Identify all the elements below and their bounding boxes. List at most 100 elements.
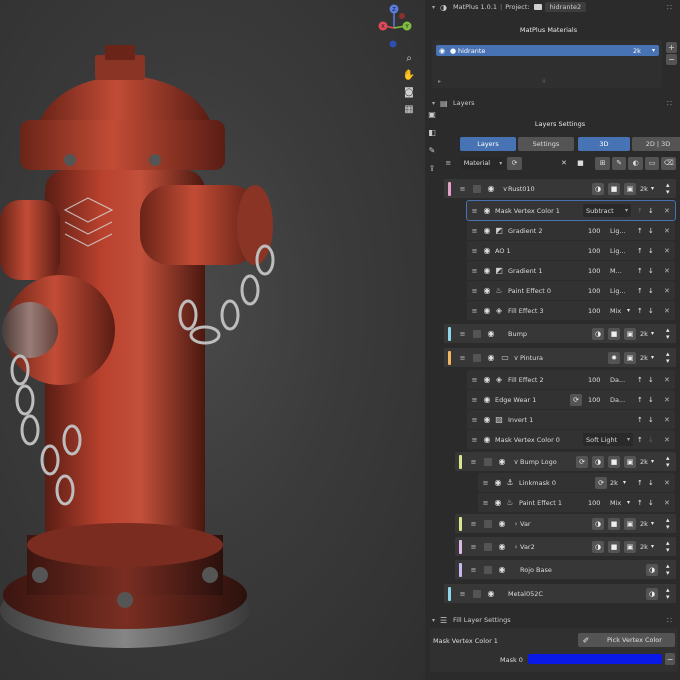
collapse-arrow-icon[interactable]: ▾	[432, 4, 440, 11]
move-up-icon[interactable]: ↑	[637, 227, 643, 235]
tool-icon[interactable]: ▣	[425, 110, 439, 124]
layer-row-var[interactable]: ≡ ◉ › Var ◑ ■ ▣ 2k ▾ ▴ ▾	[455, 514, 676, 533]
blend-mode-dropdown[interactable]: Subtract ▾	[583, 204, 631, 217]
stack-icon[interactable]: ⊞	[595, 156, 610, 170]
eye-icon[interactable]: ◉	[497, 519, 507, 528]
drag-handle-icon[interactable]: ∷	[667, 3, 672, 12]
eye-icon[interactable]: ◉	[482, 286, 492, 295]
chevron-down-icon[interactable]: ▾	[651, 458, 654, 465]
move-down-icon[interactable]: ↓	[648, 227, 654, 235]
close-icon[interactable]: ✕	[664, 287, 670, 295]
material-row[interactable]: ◉ ● hidrante 2k ▾	[436, 45, 659, 56]
collapse-arrow-icon[interactable]: ▾	[432, 100, 440, 107]
layer-row-bump[interactable]: ≡ ◉ Bump ◑ ■ ▣ 2k ▾ ▴ ▾	[444, 324, 676, 343]
opacity-value[interactable]: 100	[588, 499, 600, 507]
move-down-icon[interactable]: ▾	[666, 593, 670, 601]
add-material-button[interactable]: +	[666, 42, 677, 53]
drag-handle-icon[interactable]: ≡	[458, 590, 467, 598]
drag-handle-icon[interactable]: ≡	[470, 376, 479, 384]
chevron-down-icon[interactable]: ∨	[512, 354, 520, 362]
pick-vertex-color-button[interactable]: ✐ Pick Vertex Color	[578, 633, 675, 647]
image-icon[interactable]: ▣	[624, 455, 636, 468]
blend-mode[interactable]: Lig...	[610, 247, 626, 255]
move-down-icon[interactable]: ▾	[666, 188, 670, 196]
paint-icon[interactable]: ✎	[611, 156, 627, 170]
menu-icon[interactable]: ≡	[444, 159, 453, 167]
layer-row-fill-effect-3[interactable]: ≡ ◉ ◈ Fill Effect 3 100 Mix ▾ ↑ ↓ ✕	[467, 301, 675, 320]
addon-header[interactable]: ▾ ◑ MatPlus 1.0.1 | Project: hidrante2 ∷	[428, 0, 678, 14]
refresh-icon[interactable]: ⟳	[595, 476, 607, 489]
layer-row-fill-effect-2[interactable]: ≡ ◉ ◈ Fill Effect 2 100 Da... ↑ ↓ ✕	[467, 370, 675, 389]
eye-icon[interactable]: ◉	[497, 565, 507, 574]
move-up-icon[interactable]: ↑	[637, 207, 643, 215]
move-up-icon[interactable]: ↑	[637, 396, 643, 404]
fill-layer-settings-header[interactable]: ▾ ☰ Fill Layer Settings ∷	[428, 613, 678, 627]
material-preview-icon[interactable]: ◑	[592, 540, 604, 553]
drag-handle-icon[interactable]: ≡	[470, 436, 479, 444]
close-icon[interactable]: ✕	[664, 247, 670, 255]
trash-icon[interactable]: ⌫	[661, 156, 676, 170]
drag-handle-icon[interactable]: ≡	[470, 307, 479, 315]
image-icon[interactable]: ▣	[624, 327, 636, 340]
drag-handle-icon[interactable]: ≡	[481, 479, 490, 487]
move-up-icon[interactable]: ↑	[637, 307, 643, 315]
mask-icon[interactable]: ■	[608, 517, 620, 530]
blend-mode[interactable]: Da...	[610, 396, 625, 404]
tab-layers[interactable]: Layers	[460, 137, 516, 151]
layer-checkbox[interactable]	[484, 542, 492, 551]
move-up-icon[interactable]: ↑	[637, 247, 643, 255]
fill-icon[interactable]: ◐	[628, 156, 643, 170]
move-down-icon[interactable]: ↓	[648, 396, 654, 404]
blend-mode[interactable]: Da...	[610, 376, 625, 384]
drag-handle-icon[interactable]: ≡	[469, 543, 478, 551]
move-down-icon[interactable]: ▾	[666, 569, 670, 577]
drag-handle-icon[interactable]: ∷	[667, 99, 672, 108]
layer-checkbox[interactable]	[484, 565, 492, 574]
material-dropdown[interactable]: Material ▾	[460, 156, 506, 170]
drag-handle-icon[interactable]: ≡	[470, 227, 479, 235]
blend-mode[interactable]: Mix	[610, 499, 621, 507]
tab-3d[interactable]: 3D	[578, 137, 630, 151]
refresh-icon[interactable]: ⟳	[570, 393, 582, 406]
move-up-icon[interactable]: ↑	[637, 416, 643, 424]
sun-icon[interactable]: ✹	[608, 351, 620, 364]
mask-square-icon[interactable]: ■	[573, 157, 588, 170]
eye-icon[interactable]: ◉	[497, 457, 507, 466]
image-icon[interactable]: ▣	[624, 517, 636, 530]
move-up-icon[interactable]: ↑	[637, 479, 643, 487]
pan-hand-icon[interactable]: ✋	[401, 67, 417, 83]
mask-color-swatch[interactable]	[528, 654, 662, 664]
eye-icon[interactable]: ◉	[482, 375, 492, 384]
eye-icon[interactable]: ◉	[482, 246, 492, 255]
blend-mode[interactable]: M...	[610, 267, 622, 275]
mask-icon[interactable]: ■	[608, 540, 620, 553]
layer-checkbox[interactable]	[484, 457, 492, 466]
close-icon[interactable]: ✕	[664, 396, 670, 404]
move-down-icon[interactable]: ↓	[648, 207, 654, 215]
layer-resolution[interactable]: 2k	[640, 543, 648, 551]
tab-2d-3d[interactable]: 2D | 3D	[632, 137, 680, 151]
move-up-icon[interactable]: ↑	[637, 287, 643, 295]
blend-mode[interactable]: Lig...	[610, 287, 626, 295]
chevron-down-icon[interactable]: ▾	[623, 479, 626, 486]
layer-resolution[interactable]: 2k	[610, 479, 618, 487]
blend-mode-dropdown[interactable]: Soft Light ▾	[583, 433, 633, 446]
chevron-down-icon[interactable]: ▾	[627, 307, 630, 314]
layer-resolution[interactable]: 2k	[640, 185, 648, 193]
close-icon[interactable]: ✕	[664, 499, 670, 507]
layer-row-paint-effect-0[interactable]: ≡ ◉ ♨ Paint Effect 0 100 Lig... ↑ ↓ ✕	[467, 281, 675, 300]
drag-handle-icon[interactable]: ≡	[470, 396, 479, 404]
move-down-icon[interactable]: ↓	[648, 247, 654, 255]
layer-row-metal052c[interactable]: ≡ ◉ Metal052C ◑ ▴ ▾	[444, 584, 676, 603]
material-preview-icon[interactable]: ◑	[592, 182, 604, 195]
blend-mode[interactable]: Mix	[610, 307, 621, 315]
drag-handle-icon[interactable]: ∷	[667, 616, 672, 625]
move-down-icon[interactable]: ↓	[648, 287, 654, 295]
zoom-icon[interactable]: ⌕	[401, 50, 417, 66]
drag-handle-icon[interactable]: ≡	[458, 330, 467, 338]
chevron-down-icon[interactable]: ▾	[651, 330, 654, 337]
close-icon[interactable]: ✕	[664, 436, 670, 444]
opacity-value[interactable]: 100	[588, 307, 600, 315]
material-preview-icon[interactable]: ◑	[646, 587, 658, 600]
layer-checkbox[interactable]	[473, 589, 481, 598]
